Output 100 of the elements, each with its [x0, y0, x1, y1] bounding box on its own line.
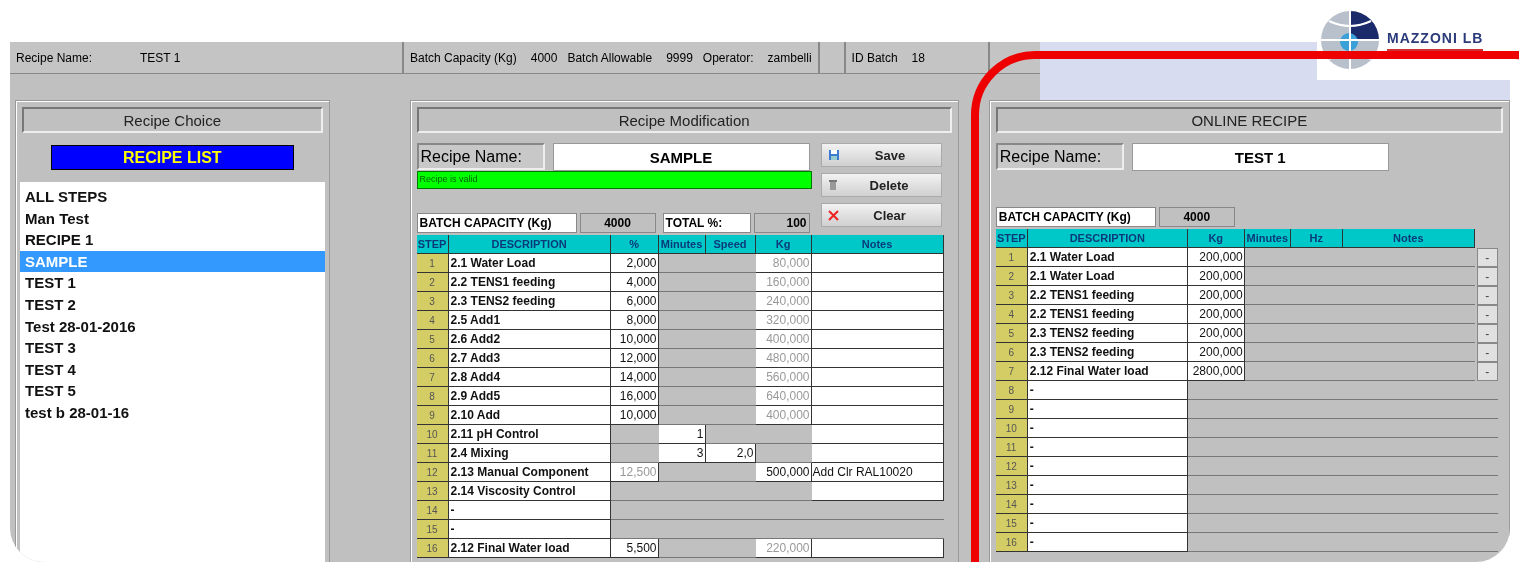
clear-icon — [827, 209, 839, 221]
recipe-item[interactable]: ALL STEPS — [20, 186, 325, 208]
step-number: 8 — [995, 381, 1028, 400]
table-cell: 4,000 — [610, 273, 659, 292]
table-cell: 200,000 — [1187, 267, 1245, 286]
table-cell: 12,000 — [610, 349, 659, 368]
status-bar: Recipe is valid — [416, 171, 812, 189]
capacity-value: 4000 — [1158, 207, 1235, 227]
table-cell: 2.1 Water Load — [448, 254, 611, 273]
table-cell: 2.13 Manual Component — [448, 463, 611, 482]
table-cell: - — [1027, 419, 1188, 438]
table-cell: 14,000 — [610, 368, 659, 387]
step-number: 3 — [416, 292, 449, 311]
remove-button[interactable]: - — [1476, 248, 1498, 267]
table-cell: 2.1 Water Load — [1027, 248, 1188, 267]
table-cell: 2.10 Add — [448, 406, 611, 425]
recipe-name-field[interactable]: SAMPLE — [552, 143, 810, 171]
field-value: 9999 — [666, 50, 693, 65]
table-cell: 2.12 Final Water load — [1027, 362, 1188, 381]
field-value: TEST 1 — [140, 50, 181, 65]
step-number: 16 — [995, 533, 1028, 552]
recipe-item[interactable]: TEST 4 — [20, 358, 325, 381]
remove-button[interactable]: - — [1476, 324, 1498, 343]
table-cell: 10,000 — [610, 406, 659, 425]
step-number: 15 — [995, 514, 1028, 533]
table-cell: 320,000 — [755, 311, 812, 330]
table-cell: 2.5 Add1 — [448, 311, 611, 330]
field-value: zambelli — [767, 50, 812, 65]
table-cell: - — [1027, 438, 1188, 457]
table-cell: - — [1027, 495, 1188, 514]
table-cell: 16,000 — [610, 387, 659, 406]
table-cell: 2.4 Mixing — [448, 444, 611, 463]
column-header: % — [610, 235, 659, 254]
capacity-label: BATCH CAPACITY (Kg) — [995, 207, 1156, 227]
save-button[interactable]: Save — [820, 143, 942, 167]
remove-button[interactable]: - — [1476, 286, 1498, 305]
step-number: 6 — [416, 349, 449, 368]
table-cell: 160,000 — [755, 273, 812, 292]
step-number: 4 — [995, 305, 1028, 324]
table-cell: 5,500 — [610, 539, 659, 558]
recipe-list-button[interactable]: RECIPE LIST — [50, 145, 294, 170]
step-number: 14 — [416, 501, 449, 520]
table-cell: - — [1027, 400, 1188, 419]
table-cell: 12,500 — [610, 463, 659, 482]
column-header: Notes — [1342, 229, 1475, 248]
field-value: 18 — [911, 50, 925, 65]
table-cell: 2,000 — [610, 254, 659, 273]
step-number: 11 — [995, 438, 1028, 457]
step-number: 13 — [416, 482, 449, 501]
remove-button[interactable]: - — [1476, 267, 1498, 286]
capacity-value: 4000 — [579, 213, 656, 233]
table-cell: Add Clr RAL10020 — [811, 463, 944, 482]
table-cell: 200,000 — [1187, 343, 1245, 362]
table-cell: 2.12 Final Water load — [448, 539, 611, 558]
table-cell: 2.2 TENS1 feeding — [1027, 305, 1188, 324]
table-cell: 2.3 TENS2 feeding — [1027, 324, 1188, 343]
remove-button[interactable]: - — [1476, 343, 1498, 362]
column-header: Notes — [811, 235, 944, 254]
remove-button[interactable]: - — [1476, 305, 1498, 324]
table-cell: - — [448, 501, 611, 520]
table-cell: 2.2 TENS1 feeding — [448, 273, 611, 292]
recipe-item[interactable]: Man Test — [20, 207, 325, 230]
clear-button[interactable]: Clear — [820, 203, 942, 227]
save-icon — [827, 149, 840, 161]
table-cell: 2.2 TENS1 feeding — [1027, 286, 1188, 305]
step-number: 2 — [995, 267, 1028, 286]
column-header: Speed — [705, 235, 756, 254]
table-cell: 2.1 Water Load — [1027, 267, 1188, 286]
trash-icon — [827, 179, 838, 191]
table-cell: 8,000 — [610, 311, 659, 330]
table-cell: 3 — [658, 444, 706, 463]
step-number: 5 — [416, 330, 449, 349]
recipe-item[interactable]: Test 28-01-2016 — [20, 315, 325, 338]
panel-title: ONLINE RECIPE — [995, 107, 1503, 133]
remove-button[interactable]: - — [1476, 362, 1498, 381]
step-number: 4 — [416, 311, 449, 330]
recipe-item[interactable]: TEST 2 — [20, 293, 325, 316]
step-number: 2 — [416, 273, 449, 292]
table-cell: 2.14 Viscosity Control — [448, 482, 611, 501]
step-number: 12 — [416, 463, 449, 482]
logo-text: MAZZONI LB — [1387, 29, 1484, 51]
table-cell: 400,000 — [755, 406, 812, 425]
column-header: DESCRIPTION — [1027, 229, 1188, 248]
table-cell: 200,000 — [1187, 324, 1245, 343]
recipe-item[interactable]: RECIPE 1 — [20, 229, 325, 251]
table-cell: 6,000 — [610, 292, 659, 311]
recipe-item[interactable]: TEST 3 — [20, 337, 325, 359]
column-header: STEP — [995, 229, 1028, 248]
table-cell: - — [1027, 457, 1188, 476]
table-cell: 2.11 pH Control — [448, 425, 611, 444]
field-value: 4000 — [530, 50, 558, 65]
field-label: ID Batch — [851, 50, 898, 65]
recipe-item[interactable]: TEST 5 — [20, 380, 325, 402]
recipe-item[interactable]: TEST 1 — [20, 272, 325, 294]
recipe-name-field: TEST 1 — [1131, 143, 1389, 171]
table-cell: 2.9 Add5 — [448, 387, 611, 406]
table-cell: 200,000 — [1187, 286, 1245, 305]
delete-button[interactable]: Delete — [820, 173, 942, 197]
recipe-item[interactable]: test b 28-01-16 — [20, 401, 325, 424]
step-number: 7 — [995, 362, 1028, 381]
